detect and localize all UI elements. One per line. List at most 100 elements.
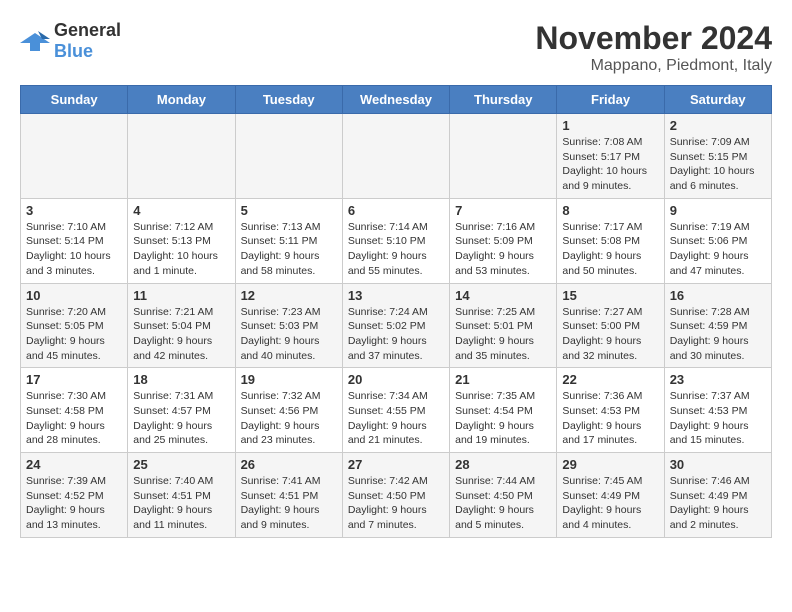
calendar-body: 1 Sunrise: 7:08 AM Sunset: 5:17 PM Daylig… <box>21 114 772 538</box>
day-info: Sunrise: 7:13 AM Sunset: 5:11 PM Dayligh… <box>241 220 337 279</box>
day-info: Sunrise: 7:20 AM Sunset: 5:05 PM Dayligh… <box>26 305 122 364</box>
calendar-cell: 2Sunrise: 7:09 AM Sunset: 5:15 PM Daylig… <box>664 114 771 199</box>
day-number: 5 <box>241 203 337 218</box>
calendar-cell: 18Sunrise: 7:31 AM Sunset: 4:57 PM Dayli… <box>128 368 235 453</box>
calendar-cell: 9 Sunrise: 7:19 AM Sunset: 5:06 PM Daylig… <box>664 198 771 283</box>
calendar-cell: 16 Sunrise: 7:28 AM Sunset: 4:59 PM Dayli… <box>664 283 771 368</box>
logo-text: General Blue <box>54 20 121 62</box>
page-header: General Blue November 2024 Mappano, Pied… <box>20 20 772 75</box>
day-info: Sunrise: 7:41 AM Sunset: 4:51 PM Dayligh… <box>241 474 337 533</box>
day-info: Sunrise: 7:27 AM Sunset: 5:00 PM Dayligh… <box>562 305 658 364</box>
calendar-cell: 15 Sunrise: 7:27 AM Sunset: 5:00 PM Dayli… <box>557 283 664 368</box>
day-number: 15 <box>562 288 658 303</box>
weekday-header-row: SundayMondayTuesdayWednesdayThursdayFrid… <box>21 86 772 114</box>
day-number: 30 <box>670 457 766 472</box>
day-number: 13 <box>348 288 444 303</box>
day-info: Sunrise: 7:31 AM Sunset: 4:57 PM Dayligh… <box>133 389 229 448</box>
calendar-cell: 10 Sunrise: 7:20 AM Sunset: 5:05 PM Dayli… <box>21 283 128 368</box>
day-info: Sunrise: 7:12 AM Sunset: 5:13 PM Dayligh… <box>133 220 229 279</box>
weekday-header-wednesday: Wednesday <box>342 86 449 114</box>
day-number: 9 <box>670 203 766 218</box>
day-number: 10 <box>26 288 122 303</box>
day-info: Sunrise: 7:35 AM Sunset: 4:54 PM Dayligh… <box>455 389 551 448</box>
day-number: 17 <box>26 372 122 387</box>
day-info: Sunrise: 7:44 AM Sunset: 4:50 PM Dayligh… <box>455 474 551 533</box>
calendar-cell <box>128 114 235 199</box>
calendar-cell: 20 Sunrise: 7:34 AM Sunset: 4:55 PM Dayli… <box>342 368 449 453</box>
day-number: 20 <box>348 372 444 387</box>
day-number: 2 <box>670 118 766 133</box>
calendar-table: SundayMondayTuesdayWednesdayThursdayFrid… <box>20 85 772 538</box>
calendar-week-1: 1 Sunrise: 7:08 AM Sunset: 5:17 PM Daylig… <box>21 114 772 199</box>
day-info: Sunrise: 7:23 AM Sunset: 5:03 PM Dayligh… <box>241 305 337 364</box>
day-number: 14 <box>455 288 551 303</box>
calendar-header: SundayMondayTuesdayWednesdayThursdayFrid… <box>21 86 772 114</box>
day-info: Sunrise: 7:34 AM Sunset: 4:55 PM Dayligh… <box>348 389 444 448</box>
calendar-cell: 1 Sunrise: 7:08 AM Sunset: 5:17 PM Daylig… <box>557 114 664 199</box>
day-info: Sunrise: 7:08 AM Sunset: 5:17 PM Dayligh… <box>562 135 658 194</box>
day-number: 12 <box>241 288 337 303</box>
day-number: 1 <box>562 118 658 133</box>
day-number: 21 <box>455 372 551 387</box>
day-number: 25 <box>133 457 229 472</box>
calendar-cell: 6Sunrise: 7:14 AM Sunset: 5:10 PM Daylig… <box>342 198 449 283</box>
day-info: Sunrise: 7:28 AM Sunset: 4:59 PM Dayligh… <box>670 305 766 364</box>
day-info: Sunrise: 7:39 AM Sunset: 4:52 PM Dayligh… <box>26 474 122 533</box>
calendar-cell: 25 Sunrise: 7:40 AM Sunset: 4:51 PM Dayli… <box>128 453 235 538</box>
day-info: Sunrise: 7:25 AM Sunset: 5:01 PM Dayligh… <box>455 305 551 364</box>
calendar-cell: 23 Sunrise: 7:37 AM Sunset: 4:53 PM Dayli… <box>664 368 771 453</box>
day-info: Sunrise: 7:46 AM Sunset: 4:49 PM Dayligh… <box>670 474 766 533</box>
day-info: Sunrise: 7:19 AM Sunset: 5:06 PM Dayligh… <box>670 220 766 279</box>
month-title: November 2024 <box>535 20 772 57</box>
logo: General Blue <box>20 20 121 62</box>
day-number: 8 <box>562 203 658 218</box>
calendar-cell: 4Sunrise: 7:12 AM Sunset: 5:13 PM Daylig… <box>128 198 235 283</box>
calendar-cell: 19 Sunrise: 7:32 AM Sunset: 4:56 PM Dayli… <box>235 368 342 453</box>
calendar-cell: 24 Sunrise: 7:39 AM Sunset: 4:52 PM Dayli… <box>21 453 128 538</box>
calendar-cell: 27Sunrise: 7:42 AM Sunset: 4:50 PM Dayli… <box>342 453 449 538</box>
calendar-cell: 30 Sunrise: 7:46 AM Sunset: 4:49 PM Dayli… <box>664 453 771 538</box>
calendar-cell: 17 Sunrise: 7:30 AM Sunset: 4:58 PM Dayli… <box>21 368 128 453</box>
day-number: 19 <box>241 372 337 387</box>
day-info: Sunrise: 7:45 AM Sunset: 4:49 PM Dayligh… <box>562 474 658 533</box>
day-info: Sunrise: 7:16 AM Sunset: 5:09 PM Dayligh… <box>455 220 551 279</box>
day-info: Sunrise: 7:21 AM Sunset: 5:04 PM Dayligh… <box>133 305 229 364</box>
weekday-header-tuesday: Tuesday <box>235 86 342 114</box>
day-number: 16 <box>670 288 766 303</box>
day-number: 29 <box>562 457 658 472</box>
calendar-cell: 8Sunrise: 7:17 AM Sunset: 5:08 PM Daylig… <box>557 198 664 283</box>
day-info: Sunrise: 7:14 AM Sunset: 5:10 PM Dayligh… <box>348 220 444 279</box>
calendar-cell: 11 Sunrise: 7:21 AM Sunset: 5:04 PM Dayli… <box>128 283 235 368</box>
day-number: 23 <box>670 372 766 387</box>
weekday-header-thursday: Thursday <box>450 86 557 114</box>
day-number: 24 <box>26 457 122 472</box>
day-number: 27 <box>348 457 444 472</box>
location-subtitle: Mappano, Piedmont, Italy <box>535 57 772 75</box>
day-number: 22 <box>562 372 658 387</box>
day-info: Sunrise: 7:32 AM Sunset: 4:56 PM Dayligh… <box>241 389 337 448</box>
day-info: Sunrise: 7:40 AM Sunset: 4:51 PM Dayligh… <box>133 474 229 533</box>
calendar-cell <box>450 114 557 199</box>
calendar-cell: 3 Sunrise: 7:10 AM Sunset: 5:14 PM Daylig… <box>21 198 128 283</box>
day-number: 7 <box>455 203 551 218</box>
logo-icon <box>20 29 50 53</box>
logo-general: General <box>54 20 121 40</box>
calendar-cell <box>342 114 449 199</box>
weekday-header-monday: Monday <box>128 86 235 114</box>
calendar-week-5: 24 Sunrise: 7:39 AM Sunset: 4:52 PM Dayli… <box>21 453 772 538</box>
calendar-cell <box>235 114 342 199</box>
calendar-cell: 21 Sunrise: 7:35 AM Sunset: 4:54 PM Dayli… <box>450 368 557 453</box>
day-number: 26 <box>241 457 337 472</box>
weekday-header-friday: Friday <box>557 86 664 114</box>
weekday-header-saturday: Saturday <box>664 86 771 114</box>
title-area: November 2024 Mappano, Piedmont, Italy <box>535 20 772 75</box>
day-info: Sunrise: 7:30 AM Sunset: 4:58 PM Dayligh… <box>26 389 122 448</box>
calendar-week-4: 17 Sunrise: 7:30 AM Sunset: 4:58 PM Dayli… <box>21 368 772 453</box>
day-info: Sunrise: 7:24 AM Sunset: 5:02 PM Dayligh… <box>348 305 444 364</box>
calendar-cell: 26 Sunrise: 7:41 AM Sunset: 4:51 PM Dayli… <box>235 453 342 538</box>
calendar-cell: 22Sunrise: 7:36 AM Sunset: 4:53 PM Dayli… <box>557 368 664 453</box>
day-info: Sunrise: 7:37 AM Sunset: 4:53 PM Dayligh… <box>670 389 766 448</box>
day-number: 3 <box>26 203 122 218</box>
day-info: Sunrise: 7:10 AM Sunset: 5:14 PM Dayligh… <box>26 220 122 279</box>
day-number: 11 <box>133 288 229 303</box>
